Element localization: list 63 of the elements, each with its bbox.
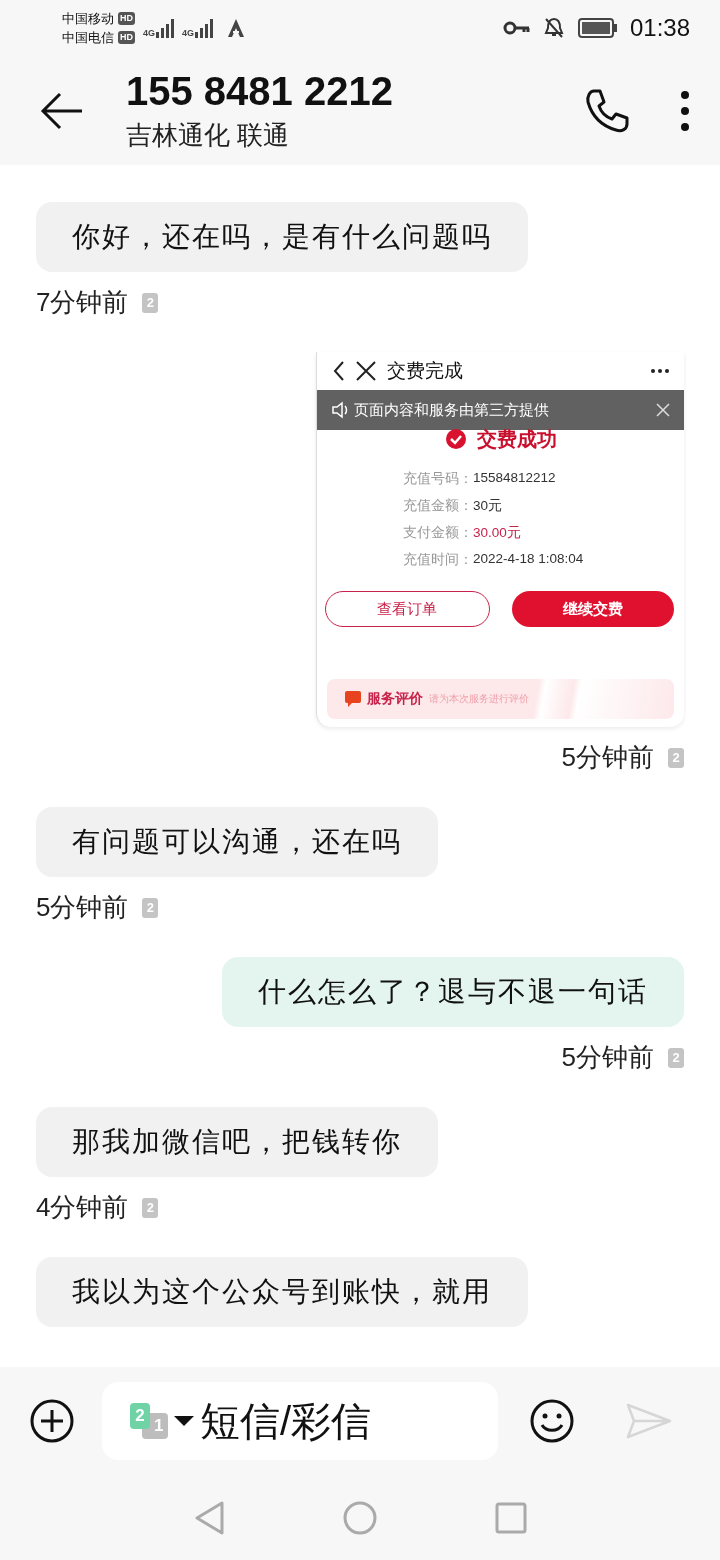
sim-badge: 2 [142,1197,159,1218]
field-value: 30元 [473,497,503,515]
carrier-name: 中国移动 [62,9,114,28]
page-title: 交费完成 [387,359,464,383]
rating-bar[interactable]: 服务评价 请为本次服务进行评价 [327,679,674,719]
contact-number: 155 8481 2212 [126,68,394,114]
screenshot-image[interactable]: 交费完成 页面内容和服务由第三方提供 交费成功 充值号码：15584812212 充值金额：30元 支付金额：30.00元 充值时间：2022-4-18 1:08:04 查看订单 继续交费 服务评价 请为本次服务进行评价 [316,352,684,727]
network-label: 4G [182,28,195,38]
message-time: 5分钟前 [36,891,129,924]
field-label: 充值金额： [403,497,473,515]
phone-icon [584,87,630,134]
sim-badge: 2 [142,897,159,918]
message-time: 7分钟前 [36,286,129,319]
hd-badge: HD [118,12,135,25]
message-bubble: 有问题可以沟通，还在吗 [36,807,438,877]
rating-hint: 请为本次服务进行评价 [429,692,529,706]
message-time: 4分钟前 [36,1191,129,1224]
message-time: 5分钟前 [561,741,654,774]
field-value: 15584812212 [473,470,556,487]
order-button[interactable]: 查看订单 [325,591,490,627]
hd-badge: HD [118,31,135,44]
more-icon[interactable] [650,368,670,374]
field-label: 支付金额： [403,524,473,542]
success-title: 交费成功 [476,426,557,452]
a-icon [227,18,246,38]
message-time: 5分钟前 [561,1041,654,1074]
clock-time: 01:38 [629,14,690,42]
smiley-icon [530,1399,574,1443]
signal-icon [195,18,214,38]
rating-title: 服务评价 [367,690,423,708]
call-button[interactable] [584,87,630,134]
message-bubble: 你好，还在吗，是有什么问题吗 [36,202,528,272]
plus-icon [30,1399,74,1443]
close-icon[interactable] [355,360,377,382]
more-icon [680,89,690,132]
caret-icon[interactable] [174,1416,194,1426]
network-label: 4G [143,28,155,38]
check-icon [444,428,467,450]
sim-badge: 2 [668,1047,684,1068]
send-icon [626,1403,672,1439]
field-value: 30.00元 [473,524,521,542]
message-bubble: 那我加微信吧，把钱转你 [36,1107,438,1177]
sim-badge: 2 [142,292,159,313]
carrier-name: 中国电信 [62,28,114,47]
add-button[interactable] [30,1399,74,1443]
battery-icon [577,18,618,38]
signal-icon [156,18,174,38]
key-icon [502,20,530,36]
bell-off-icon [543,17,564,39]
notice-text: 页面内容和服务由第三方提供 [354,400,550,420]
field-label: 充值时间： [403,551,473,569]
more-button[interactable] [680,89,690,132]
speaker-icon [331,401,348,419]
emoji-button[interactable] [530,1399,574,1443]
continue-button[interactable]: 继续交费 [511,591,674,627]
contact-location: 吉林通化 联通 [126,119,291,152]
field-label: 充值号码： [403,470,473,488]
message-bubble: 什么怎么了？退与不退一句话 [222,957,684,1027]
field-value: 2022-4-18 1:08:04 [473,551,584,568]
message-bubble: 我以为这个公众号到账快，就用 [36,1257,528,1327]
back-icon[interactable] [333,360,345,382]
sim-badge: 2 [668,747,684,768]
chat-icon [345,690,361,708]
